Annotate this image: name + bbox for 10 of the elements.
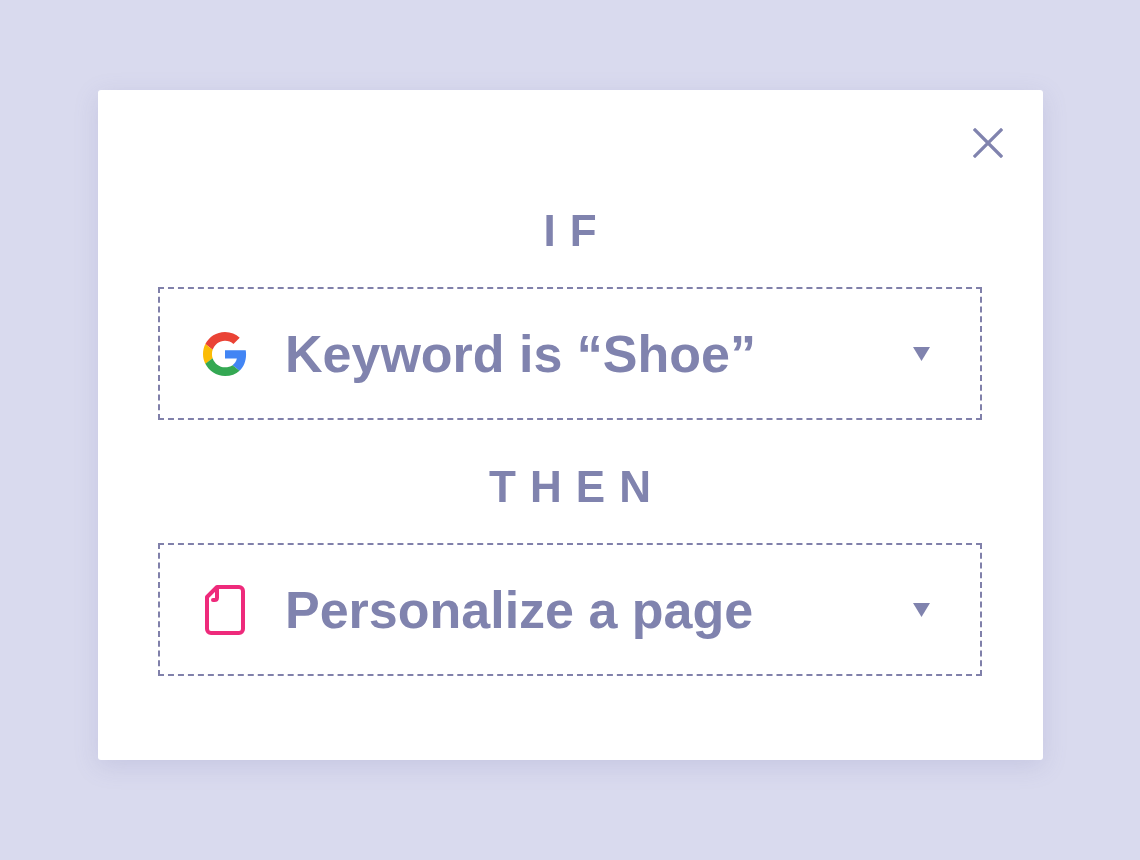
caret-icon — [913, 346, 930, 361]
g-logo-icon — [203, 331, 247, 376]
caret-icon — [913, 602, 930, 617]
select-dropdown[interactable]: Keyword is “Shoe” — [158, 287, 982, 420]
close-button[interactable] — [970, 126, 1005, 160]
document-icon — [205, 584, 245, 635]
select-dropdown[interactable]: Personalize a page — [158, 543, 982, 676]
section-heading: THEN — [488, 465, 666, 509]
close-icon — [972, 128, 1003, 158]
section-heading: IF — [542, 209, 611, 253]
